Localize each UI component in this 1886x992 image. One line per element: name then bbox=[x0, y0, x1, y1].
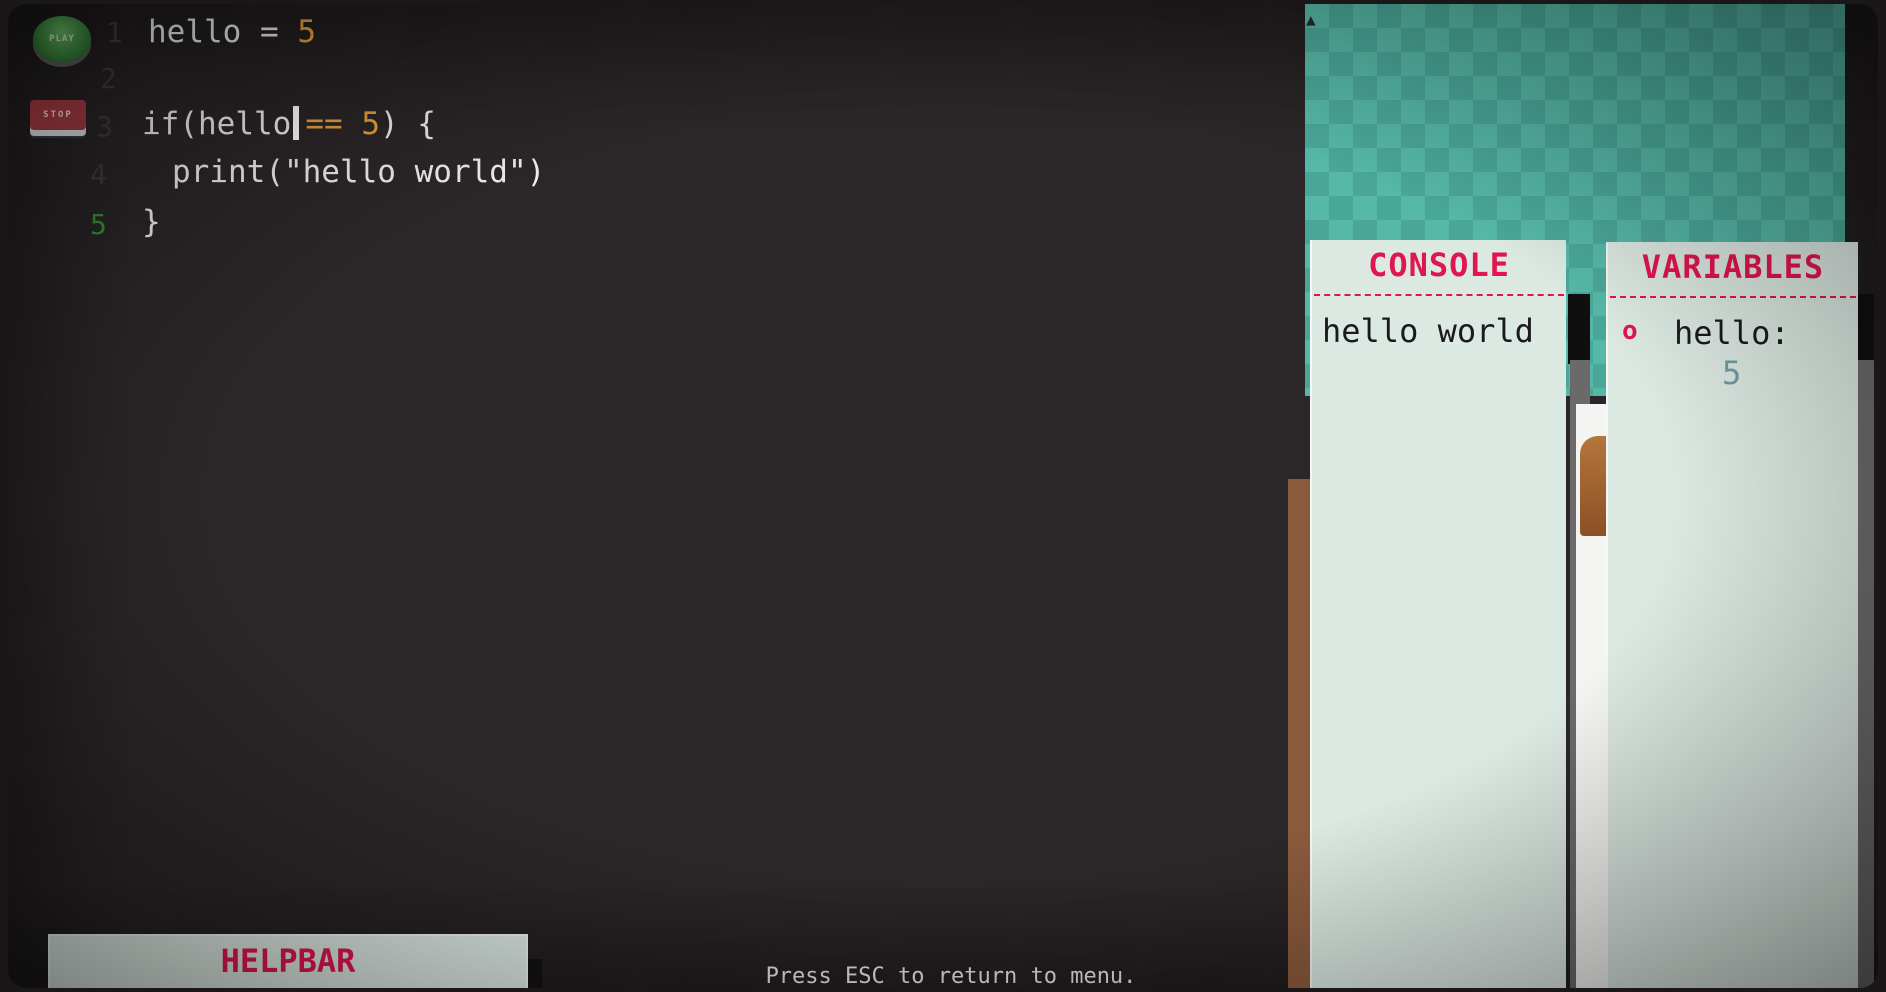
stop-label: STOP bbox=[43, 110, 73, 120]
line-number-active: 5 bbox=[90, 208, 107, 241]
code-line-5[interactable]: } bbox=[142, 204, 161, 240]
code-line-4[interactable]: print("hello world") bbox=[172, 154, 545, 190]
line-number: 1 bbox=[106, 16, 123, 49]
variable-name: hello: bbox=[1674, 314, 1790, 352]
esc-hint: Press ESC to return to menu. bbox=[765, 964, 1137, 988]
code-line-3[interactable]: if(hello == 5) { bbox=[142, 106, 436, 142]
console-title: CONSOLE bbox=[1368, 246, 1510, 284]
operator: == bbox=[305, 106, 343, 142]
line-number: 2 bbox=[100, 62, 117, 95]
bullet-icon: o bbox=[1622, 316, 1638, 346]
code-text: if(hello bbox=[142, 106, 292, 142]
variable-value: 5 bbox=[1722, 354, 1742, 392]
divider bbox=[1610, 296, 1856, 298]
variables-panel: VARIABLES o hello: 5 bbox=[1606, 242, 1858, 988]
variables-title: VARIABLES bbox=[1641, 248, 1825, 286]
number-literal: 5 bbox=[361, 106, 380, 142]
stop-button[interactable]: STOP bbox=[30, 100, 86, 130]
line-number: 3 bbox=[96, 110, 113, 143]
number-literal: 5 bbox=[297, 14, 316, 50]
panel-shadow bbox=[1568, 294, 1590, 364]
play-button[interactable]: PLAY bbox=[33, 16, 91, 62]
mouse-cursor-icon: ▲ bbox=[1306, 10, 1316, 29]
play-label: PLAY bbox=[49, 34, 75, 44]
code-text: hello = bbox=[148, 14, 298, 50]
code-text: ) { bbox=[379, 106, 436, 142]
text-caret bbox=[293, 106, 300, 140]
crt-screen: PLAY STOP 1 hello = 5 2 3 if(hello == 5) … bbox=[8, 4, 1878, 988]
console-output-line: hello world bbox=[1322, 312, 1534, 350]
divider bbox=[1314, 294, 1564, 296]
code-line-1[interactable]: hello = 5 bbox=[148, 14, 316, 50]
line-number: 4 bbox=[90, 158, 107, 191]
panel-divider bbox=[1856, 360, 1874, 988]
console-panel: CONSOLE hello world bbox=[1310, 240, 1566, 988]
